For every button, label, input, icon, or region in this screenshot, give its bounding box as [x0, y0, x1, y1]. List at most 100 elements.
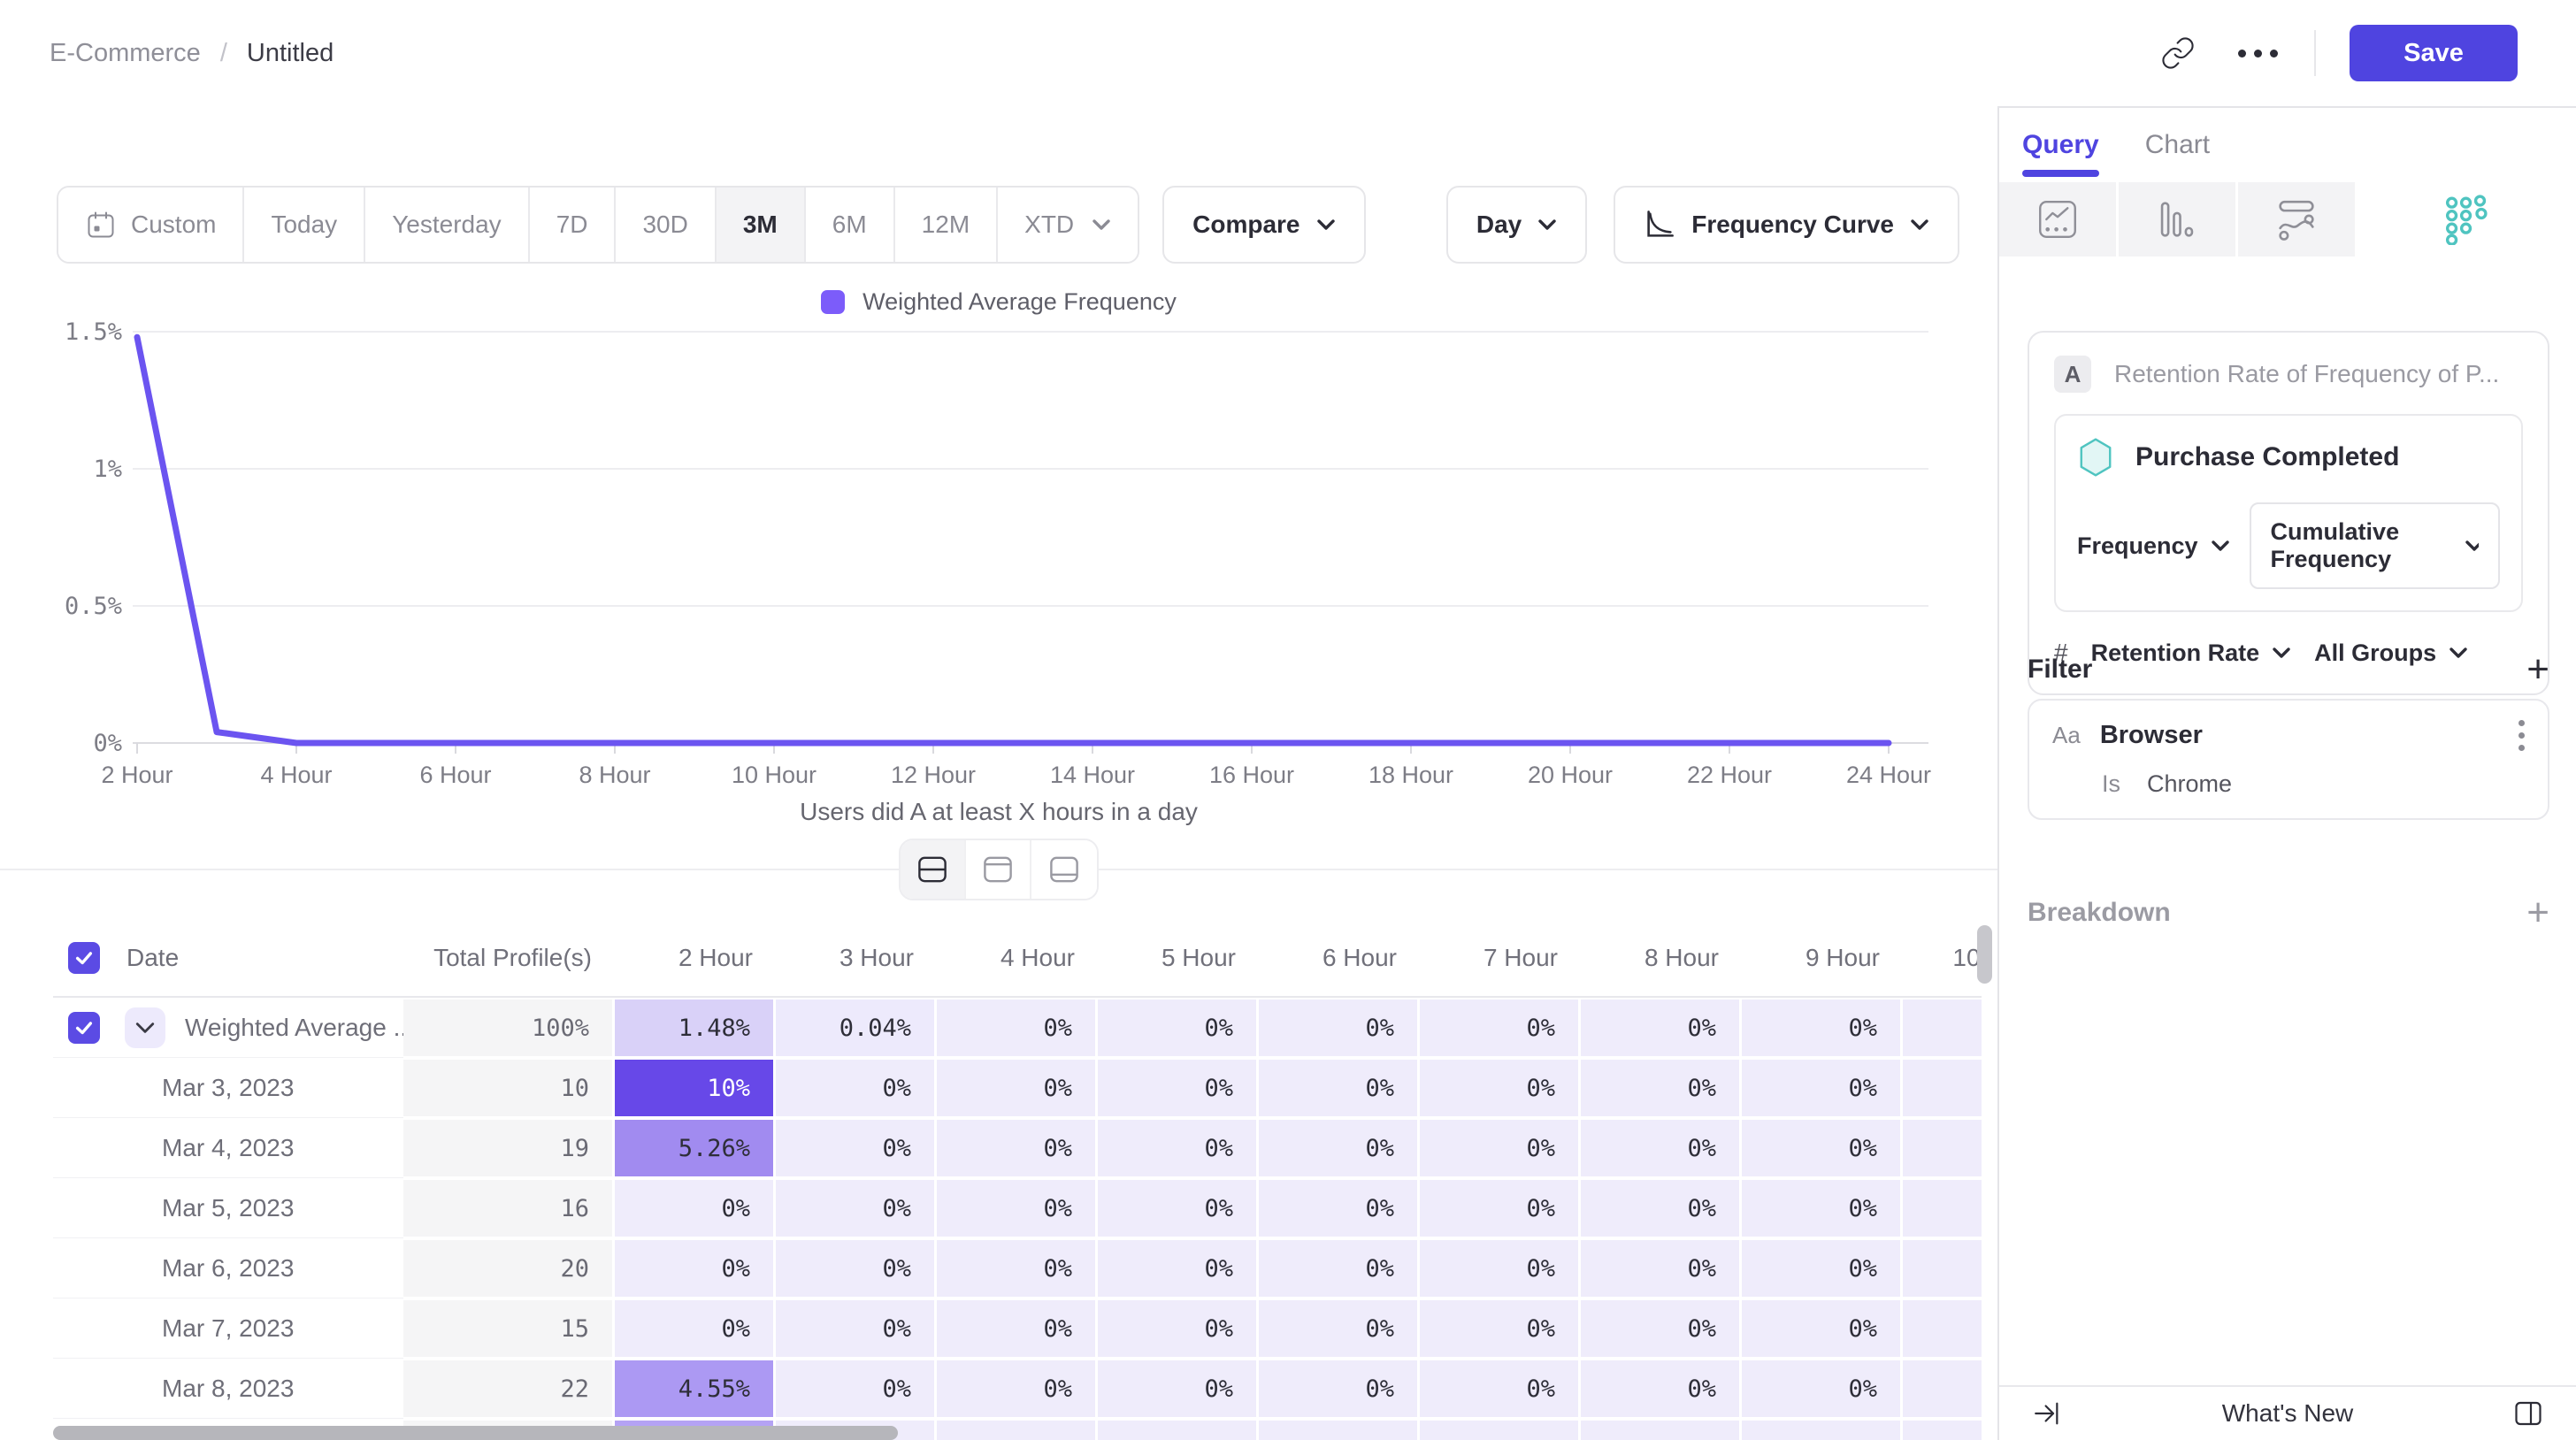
column-header-hour[interactable]: 10 Hour	[1903, 944, 1982, 972]
column-header-hour[interactable]: 6 Hour	[1259, 944, 1420, 972]
frequency-curve-line	[137, 337, 1889, 743]
tab-chart[interactable]: Chart	[2145, 108, 2210, 182]
x-axis-tick-label: 8 Hour	[579, 762, 650, 788]
range-yesterday[interactable]: Yesterday	[365, 188, 530, 262]
select-all-checkbox[interactable]	[68, 942, 100, 974]
layout-top-panel-view-button[interactable]	[966, 840, 1031, 899]
retention-cell: 0%	[1742, 1300, 1900, 1357]
range-6m[interactable]: 6M	[806, 188, 895, 262]
row-label[interactable]: Mar 5, 2023	[162, 1194, 294, 1222]
x-axis-tick-label: 14 Hour	[1050, 762, 1135, 788]
save-button[interactable]: Save	[2350, 25, 2518, 81]
retention-cell: 0%	[1742, 1240, 1900, 1297]
column-header-hour[interactable]: 2 Hour	[615, 944, 776, 972]
column-header-hour[interactable]: 3 Hour	[776, 944, 937, 972]
retention-cell	[1581, 1421, 1739, 1440]
retention-cell: 0%	[1420, 1060, 1578, 1116]
filter-section-header: Filter +	[2028, 650, 2549, 689]
collapse-panel-button[interactable]	[2024, 1390, 2070, 1436]
total-profiles-cell: 19	[403, 1120, 612, 1176]
row-checkbox[interactable]	[68, 1012, 100, 1044]
column-header-hour[interactable]: 8 Hour	[1581, 944, 1742, 972]
add-breakdown-button[interactable]: +	[2526, 893, 2549, 932]
whats-new-link[interactable]: What's New	[2222, 1399, 2354, 1428]
retention-cell: 0%	[776, 1120, 934, 1176]
retention-cell: 0%	[1742, 1000, 1900, 1056]
frequency-type-dropdown[interactable]: Cumulative Frequency	[2250, 502, 2500, 589]
chart-view-dropdown[interactable]: Frequency Curve	[1614, 186, 1959, 264]
column-header-hour[interactable]: 7 Hour	[1420, 944, 1581, 972]
tab-query[interactable]: Query	[2022, 108, 2099, 182]
granularity-dropdown[interactable]: Day	[1446, 186, 1587, 264]
add-filter-button[interactable]: +	[2526, 650, 2549, 689]
range-today[interactable]: Today	[244, 188, 365, 262]
retention-cell: 0%	[1581, 1300, 1739, 1357]
row-expander[interactable]	[125, 1007, 165, 1048]
copy-link-button[interactable]	[2155, 30, 2201, 76]
total-profiles-cell: 15	[403, 1300, 612, 1357]
line-chart-icon	[2036, 198, 2079, 241]
retention-cell: 0%	[615, 1180, 773, 1237]
filter-options-icon[interactable]	[2518, 720, 2525, 751]
filter-card[interactable]: Aa Browser Is Chrome	[2028, 699, 2549, 820]
retention-cell: 5.26%	[615, 1120, 773, 1176]
chart-type-line[interactable]	[1999, 182, 2119, 257]
retention-cell: 0%	[937, 1120, 1095, 1176]
row-label[interactable]: Mar 3, 2023	[162, 1074, 294, 1102]
table-vertical-scrollbar[interactable]	[1977, 925, 1992, 984]
retention-cell: 0%	[1259, 1060, 1417, 1116]
range-custom[interactable]: Custom	[58, 188, 244, 262]
retention-cell: 0%	[1098, 1000, 1256, 1056]
frequency-dropdown[interactable]: Frequency	[2077, 532, 2230, 560]
filter-property[interactable]: Browser	[2100, 721, 2499, 750]
chart-type-flow[interactable]	[2238, 182, 2358, 257]
row-label[interactable]: Mar 6, 2023	[162, 1254, 294, 1283]
more-menu-button[interactable]	[2235, 30, 2281, 76]
filter-value[interactable]: Chrome	[2147, 770, 2232, 798]
layout-split-view-button[interactable]	[901, 840, 966, 899]
y-axis-tick-label: 1%	[93, 456, 122, 483]
filter-operator[interactable]: Is	[2102, 770, 2120, 798]
retention-cell	[1098, 1421, 1256, 1440]
column-header-hour[interactable]: 4 Hour	[937, 944, 1098, 972]
breadcrumb-project[interactable]: E-Commerce	[50, 39, 201, 68]
row-label[interactable]: Mar 7, 2023	[162, 1314, 294, 1343]
layout-toggle-group	[899, 839, 1099, 900]
frequency-curve-chart[interactable]: 0%0.5%1%1.5%2 Hour4 Hour6 Hour8 Hour10 H…	[0, 283, 1997, 814]
range-3m[interactable]: 3M	[717, 188, 806, 262]
retention-cell: 0%	[1742, 1360, 1900, 1417]
retention-cell: 0%	[1581, 1240, 1739, 1297]
table-row: Mar 3, 20231010%0%0%0%0%0%0%0%0%	[53, 1058, 1982, 1118]
row-label[interactable]: Weighted Average ...	[185, 1014, 403, 1042]
range-7d[interactable]: 7D	[530, 188, 617, 262]
range-30d[interactable]: 30D	[616, 188, 716, 262]
range-12m[interactable]: 12M	[895, 188, 998, 262]
column-header-hour[interactable]: 9 Hour	[1742, 944, 1903, 972]
chart-type-frequency[interactable]	[2358, 182, 2576, 257]
range-xtd[interactable]: XTD	[998, 188, 1138, 262]
retention-cell	[937, 1421, 1095, 1440]
x-axis-tick-label: 16 Hour	[1209, 762, 1294, 788]
compare-button[interactable]: Compare	[1162, 186, 1365, 264]
table-horizontal-scrollbar[interactable]	[53, 1426, 898, 1440]
collapse-panel-icon	[2032, 1398, 2062, 1429]
breadcrumb-separator: /	[220, 39, 227, 68]
row-label[interactable]: Mar 8, 2023	[162, 1375, 294, 1403]
chart-type-bar[interactable]	[2119, 182, 2238, 257]
column-header-date[interactable]: Date	[126, 944, 179, 972]
topbar-divider	[2314, 30, 2316, 76]
column-header-hour[interactable]: 5 Hour	[1098, 944, 1259, 972]
layout-bottom-panel-view-button[interactable]	[1031, 840, 1097, 899]
retention-cell: 0%	[1259, 1000, 1417, 1056]
breadcrumb-report-title[interactable]: Untitled	[247, 39, 334, 68]
event-name[interactable]: Purchase Completed	[2135, 442, 2399, 472]
column-header-total[interactable]: Total Profile(s)	[403, 944, 615, 972]
date-range-toolbar: CustomTodayYesterday7D30D3M6M12MXTD Comp…	[0, 186, 1997, 264]
split-panel-button[interactable]	[2505, 1390, 2551, 1436]
table-row: Weighted Average ...100%1.48%0.04%0%0%0%…	[53, 997, 1982, 1058]
flow-chart-icon	[2275, 198, 2318, 241]
row-label[interactable]: Mar 4, 2023	[162, 1134, 294, 1162]
event-card[interactable]: Purchase Completed Frequency Cumulative …	[2054, 414, 2523, 612]
retention-cell	[1420, 1421, 1578, 1440]
series-title[interactable]: Retention Rate of Frequency of P...	[2114, 360, 2499, 388]
